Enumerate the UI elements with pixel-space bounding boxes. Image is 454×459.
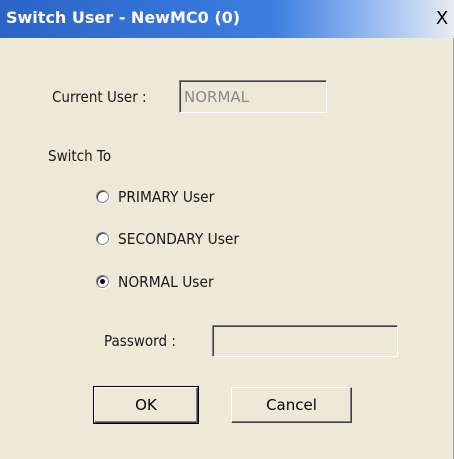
password-label: Password : <box>104 332 176 350</box>
radio-label: SECONDARY User <box>118 230 240 248</box>
radio-label: NORMAL User <box>118 273 214 291</box>
current-user-field <box>179 80 327 113</box>
cancel-button[interactable]: Cancel <box>231 387 352 423</box>
password-input[interactable] <box>212 325 398 357</box>
radio-label: PRIMARY User <box>118 188 215 206</box>
window-title: Switch User - NewMC0 (0) <box>6 8 241 27</box>
title-bar[interactable]: Switch User - NewMC0 (0) X <box>0 0 454 38</box>
radio-button[interactable] <box>96 190 109 203</box>
radio-button[interactable] <box>96 232 109 245</box>
radio-button[interactable] <box>96 275 109 288</box>
close-icon[interactable]: X <box>434 10 450 28</box>
switch-user-dialog: Switch User - NewMC0 (0) X Current User … <box>0 0 454 459</box>
ok-button[interactable]: OK <box>93 386 199 424</box>
radio-selected-dot <box>100 279 105 284</box>
switch-to-label: Switch To <box>48 147 112 165</box>
current-user-label: Current User : <box>52 88 147 106</box>
